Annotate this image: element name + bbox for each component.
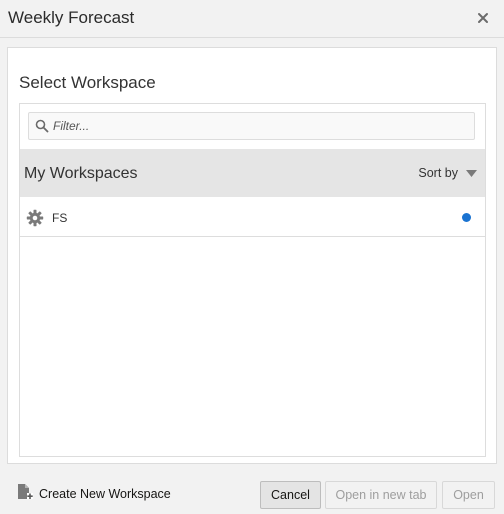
panel-heading: Select Workspace: [19, 73, 156, 92]
sort-by-button[interactable]: Sort by: [418, 165, 477, 181]
sort-by-label: Sort by: [418, 166, 458, 180]
dialog-titlebar: Weekly Forecast: [0, 0, 504, 38]
close-icon[interactable]: [474, 9, 492, 27]
workspace-listbox: My Workspaces Sort by: [19, 103, 486, 457]
dialog-footer: Create New Workspace Cancel Open in new …: [0, 472, 504, 514]
open-button[interactable]: Open: [442, 481, 495, 509]
select-workspace-panel: Select Workspace My Workspaces Sort by: [7, 47, 497, 464]
filter-input[interactable]: [53, 113, 468, 139]
create-new-workspace-label: Create New Workspace: [39, 487, 171, 501]
caret-down-icon: [466, 166, 477, 180]
filter-field: [28, 112, 475, 140]
workspace-row-fs[interactable]: FS: [20, 198, 485, 237]
weekly-forecast-dialog: Weekly Forecast Select Workspace My Work…: [0, 0, 504, 514]
status-dot: [462, 213, 471, 222]
create-new-workspace-link[interactable]: Create New Workspace: [17, 483, 171, 505]
my-workspaces-header: My Workspaces Sort by: [20, 149, 485, 197]
gear-icon: [26, 209, 44, 227]
workspace-name: FS: [52, 211, 68, 225]
new-document-icon: [17, 483, 39, 505]
my-workspaces-title: My Workspaces: [24, 165, 138, 182]
dialog-title: Weekly Forecast: [8, 8, 135, 27]
open-in-new-tab-button[interactable]: Open in new tab: [325, 481, 437, 509]
search-icon: [35, 119, 49, 133]
cancel-button[interactable]: Cancel: [260, 481, 321, 509]
